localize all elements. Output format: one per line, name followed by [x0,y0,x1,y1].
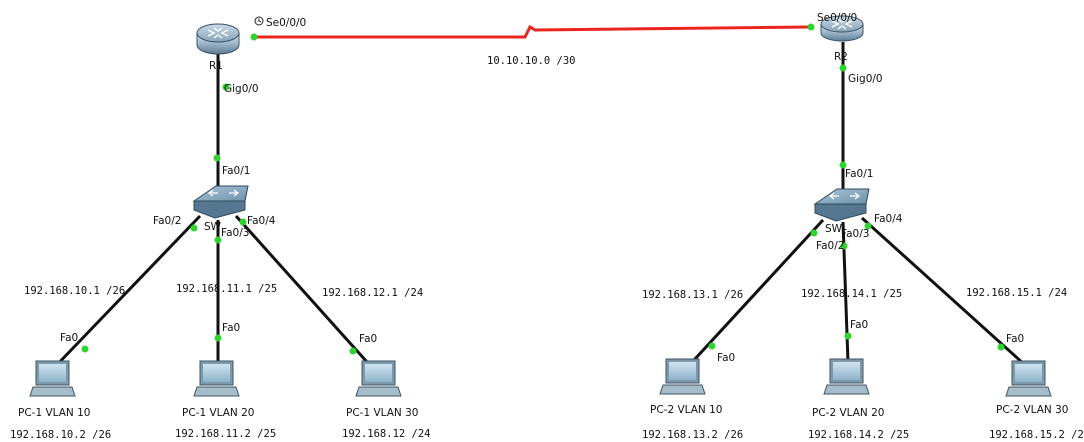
pc-2-vlan-20-name: PC-2 VLAN 20 [812,407,884,419]
pc-2-vlan-10[interactable]: 192.168.13.1 /26 Fa0 PC-2 VLAN 10 192.16… [642,289,743,441]
pc-1-vlan-30-gateway-label: 192.168.12.1 /24 [322,287,423,299]
pc-2-vlan-30-port: Fa0 [1006,333,1024,345]
switch-icon [192,185,249,219]
pc-1-vlan-20[interactable]: 192.168.11.1 /25 Fa0 PC-1 VLAN 20 192.16… [175,283,277,440]
switch-sw1-port-c: Fa0/4 [247,215,276,227]
pc-1-vlan-10-port: Fa0 [60,332,78,344]
link-light [807,23,815,31]
wan-network-label: 10.10.10.0 /30 [487,55,576,67]
pc-2-vlan-20-gateway-label: 192.168.14.1 /25 [801,288,902,300]
switch-sw1-port-a: Fa0/2 [153,215,181,227]
pc-1-vlan-10-name: PC-1 VLAN 10 [18,407,90,419]
pc-icon [355,360,402,397]
switch-sw2[interactable]: Fa0/1 SW Fa0/3 Fa0/2 Fa0/4 [813,168,903,252]
network-topology-canvas: Se0/0/0 R1 Gig0/0 Se0/0/0 R2 Gig0/0 10.1… [0,0,1084,442]
serial-link-r1-r2[interactable] [253,24,811,39]
pc-2-vlan-10-port: Fa0 [717,352,735,364]
router-r1-serial-port: Se0/0/0 [266,17,306,29]
link-light [844,332,852,340]
pc-1-vlan-20-ip: 192.168.11.2 /25 [175,428,276,440]
topology-diagram: Se0/0/0 R1 Gig0/0 Se0/0/0 R2 Gig0/0 10.1… [10,12,1084,441]
link-light [239,218,247,226]
pc-1-vlan-10-ip: 192.168.10.2 /26 [10,429,111,441]
router-r2-serial-port: Se0/0/0 [817,12,857,24]
switch-sw1-uplink-port: Fa0/1 [222,165,250,177]
pc-1-vlan-20-gateway-label: 192.168.11.1 /25 [176,283,277,295]
pc-1-vlan-30-port: Fa0 [359,333,377,345]
pc-2-vlan-10-gateway-label: 192.168.13.1 /26 [642,289,743,301]
switch-sw1-name: SW [204,221,222,233]
pc-2-vlan-20-ip: 192.168.14.2 /25 [808,429,909,441]
router-r1-gig-port: Gig0/0 [224,83,259,95]
pc-1-vlan-10[interactable]: 192.168.10.1 /26 Fa0 PC-1 VLAN 10 192.16… [10,285,125,441]
switch-sw2-port-a: Fa0/2 [816,240,844,252]
link-light [190,224,198,232]
pc-2-vlan-30-gateway-label: 192.168.15.1 /24 [966,287,1067,299]
pc-icon [659,358,706,395]
pc-2-vlan-30[interactable]: 192.168.15.1 /24 Fa0 PC-2 VLAN 30 192.16… [966,287,1084,441]
pc-2-vlan-10-ip: 192.168.13.2 /26 [642,429,743,441]
router-r2-gig-port: Gig0/0 [848,73,883,85]
pc-2-vlan-20-port: Fa0 [850,319,868,331]
router-r2[interactable]: Se0/0/0 R2 Gig0/0 [817,12,883,85]
pc-1-vlan-20-name: PC-1 VLAN 20 [182,407,254,419]
router-r2-name: R2 [834,51,848,63]
switch-sw1-port-b: Fa0/3 [221,227,249,239]
link-light [839,64,847,72]
link-light [81,345,89,353]
link-light [708,342,716,350]
pc-1-vlan-30-name: PC-1 VLAN 30 [346,407,418,419]
link-light [250,33,258,41]
router-icon [196,23,240,55]
switch-sw2-uplink-port: Fa0/1 [845,168,873,180]
link-light [213,154,221,162]
switch-sw1[interactable]: Fa0/1 Fa0/2 SW Fa0/3 Fa0/4 [153,165,276,239]
pc-1-vlan-30[interactable]: 192.168.12.1 /24 Fa0 PC-1 VLAN 30 192.16… [322,287,431,440]
router-r1[interactable]: Se0/0/0 R1 Gig0/0 [196,16,306,95]
pc-1-vlan-20-port: Fa0 [222,322,240,334]
pc-icon [823,358,870,395]
switch-sw2-port-c: Fa0/4 [874,213,903,225]
link-light [810,229,818,237]
pc-2-vlan-30-name: PC-2 VLAN 30 [996,404,1068,416]
pc-2-vlan-10-name: PC-2 VLAN 10 [650,404,722,416]
pc-icon [29,360,76,397]
pc-icon [193,360,240,397]
pc-2-vlan-20[interactable]: 192.168.14.1 /25 Fa0 PC-2 VLAN 20 192.16… [801,288,909,441]
switch-sw2-port-b: Fa0/3 [841,228,869,240]
clock-icon [254,16,264,26]
switch-icon [813,188,870,222]
link-light [349,347,357,355]
link-light [214,334,222,342]
pc-1-vlan-30-ip: 192.168.12 /24 [342,428,431,440]
switch-sw2-name: SW [825,223,843,235]
router-r1-name: R1 [209,60,223,72]
pc-1-vlan-10-gateway-label: 192.168.10.1 /26 [24,285,125,297]
link-light [997,343,1005,351]
pc-icon [1005,360,1052,397]
pc-2-vlan-30-ip: 192.168.15.2 /24 [989,429,1084,441]
